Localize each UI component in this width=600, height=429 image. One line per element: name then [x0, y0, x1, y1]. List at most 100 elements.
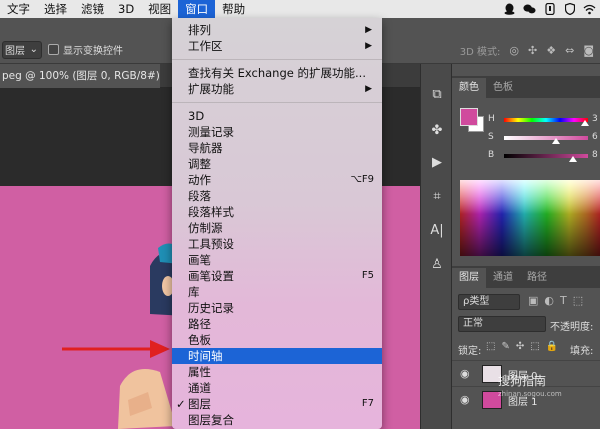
menu-item-g3-7[interactable]: 仿制源 [172, 220, 382, 236]
menu-item-label: 通道 [188, 381, 211, 395]
menu-item-shortcut: ⌥F9 [350, 174, 374, 185]
menu-item-g3-5[interactable]: 段落 [172, 188, 382, 204]
menu-item-label: 路径 [188, 317, 211, 331]
menu-item-g3-12[interactable]: 历史记录 [172, 300, 382, 316]
menu-item-g3-17[interactable]: 通道 [172, 380, 382, 396]
menu-item-label: 图层复合 [188, 413, 234, 427]
menu-item-label: 属性 [188, 365, 211, 379]
menu-item-g3-9[interactable]: 画笔 [172, 252, 382, 268]
play-icon[interactable]: ▶ [427, 152, 447, 172]
menu-item-label: 扩展功能 [188, 82, 234, 96]
menu-select[interactable]: 选择 [37, 0, 74, 18]
microphone-icon[interactable] [543, 3, 556, 15]
menu-item-g3-11[interactable]: 库 [172, 284, 382, 300]
slider-s-thumb[interactable] [552, 138, 561, 144]
menu-separator [172, 102, 382, 103]
slider-h[interactable]: H 3 [488, 114, 600, 126]
tab-paths[interactable]: 路径 [520, 268, 554, 288]
menu-item-g3-3[interactable]: 调整 [172, 156, 382, 172]
shield-icon[interactable] [563, 3, 576, 15]
pan-3d-icon[interactable]: ❖ [546, 44, 556, 57]
lock-icons[interactable]: ⬚✎✣⬚🔒 [486, 341, 564, 352]
tab-color[interactable]: 颜色 [452, 78, 486, 98]
menu-item-label: 历史记录 [188, 301, 234, 315]
menu-item-g3-16[interactable]: 属性 [172, 364, 382, 380]
red-arrow-icon [62, 340, 170, 358]
visibility-eye-icon[interactable]: ◉ [460, 393, 470, 406]
menu-item-label: 时间轴 [188, 349, 223, 363]
checkmark-icon: ✓ [176, 397, 186, 411]
menu-item-g1-1[interactable]: 工作区 ▶ [172, 38, 382, 54]
menu-item-g3-14[interactable]: 色板 [172, 332, 382, 348]
show-transform-checkbox[interactable] [48, 44, 59, 55]
options-icons: 3D 模式: ◎ ✣ ❖ ⇔ ◙ [460, 36, 594, 64]
color-panel-tabs: 颜色 色板 [452, 76, 600, 98]
menu-item-g3-10[interactable]: 画笔设置 F5 [172, 268, 382, 284]
menu-item-g3-8[interactable]: 工具预设 [172, 236, 382, 252]
auto-select-dropdown[interactable]: 图层 ⌄ [2, 40, 42, 59]
menu-item-label: 画笔 [188, 253, 211, 267]
menu-item-label: 查找有关 Exchange 的扩展功能... [188, 66, 366, 80]
menu-item-label: 图层 [188, 397, 211, 411]
slider-b[interactable]: B 8 [488, 150, 600, 162]
menu-bar: 文字 选择 滤镜 3D 视图 窗口 帮助 [0, 0, 600, 18]
menu-item-g3-18[interactable]: 图层 ✓ F7 [172, 396, 382, 412]
wifi-icon[interactable] [583, 3, 596, 15]
layers-panel-tabs: 图层 通道 路径 [452, 266, 600, 288]
menu-filter[interactable]: 滤镜 [74, 0, 111, 18]
menu-help[interactable]: 帮助 [215, 0, 252, 18]
layer-filter-dropdown[interactable]: ρ类型 [458, 294, 520, 310]
menu-item-g3-15[interactable]: 时间轴 [172, 348, 382, 364]
qq-icon[interactable] [503, 3, 516, 15]
slider-h-value: 3 [592, 114, 598, 124]
menu-item-g1-0[interactable]: 排列 ▶ [172, 22, 382, 38]
menu-item-g2-0[interactable]: 查找有关 Exchange 的扩展功能... [172, 65, 382, 81]
menu-item-g3-2[interactable]: 导航器 [172, 140, 382, 156]
filter-icons[interactable]: ▣◐T⬚ [528, 294, 589, 307]
foreground-swatch[interactable] [460, 108, 478, 126]
color-spectrum[interactable] [460, 180, 600, 256]
character-icon[interactable]: A| [427, 220, 447, 240]
crop-icon[interactable]: ⌗ [427, 186, 447, 206]
slider-b-value: 8 [592, 150, 598, 160]
slider-s[interactable]: S 6 [488, 132, 600, 144]
camera-icon[interactable]: ◙ [583, 44, 594, 57]
menu-item-label: 测量记录 [188, 125, 234, 139]
menu-item-shortcut: F7 [361, 398, 374, 409]
orbit-3d-icon[interactable]: ◎ [509, 44, 519, 57]
menu-item-g3-13[interactable]: 路径 [172, 316, 382, 332]
menu-text[interactable]: 文字 [0, 0, 37, 18]
slider-b-thumb[interactable] [568, 156, 577, 162]
document-tab[interactable]: peg @ 100% (图层 0, RGB/8#) * [0, 64, 160, 88]
menu-item-g3-0[interactable]: 3D [172, 108, 382, 124]
chevron-down-icon: ⌄ [29, 44, 38, 55]
panel-tool-strip: ⧉ ✤ ▶ ⌗ A| ♙ [420, 64, 452, 429]
clone-source-icon[interactable]: ♙ [427, 254, 447, 274]
show-transform-label: 显示变换控件 [63, 46, 123, 57]
menu-item-label: 动作 [188, 173, 211, 187]
menu-3d[interactable]: 3D [111, 0, 141, 18]
history-icon[interactable]: ⧉ [427, 84, 447, 104]
slide-3d-icon[interactable]: ⇔ [565, 44, 574, 57]
blend-mode-dropdown[interactable]: 正常 [458, 316, 546, 332]
wechat-icon[interactable] [523, 3, 536, 15]
slider-h-thumb[interactable] [581, 120, 590, 126]
submenu-arrow-icon: ▶ [365, 41, 372, 51]
tab-channels[interactable]: 通道 [486, 268, 520, 288]
menu-item-g2-1[interactable]: 扩展功能 ▶ [172, 81, 382, 97]
tab-layers[interactable]: 图层 [452, 268, 486, 288]
menu-item-label: 仿制源 [188, 221, 223, 235]
submenu-arrow-icon: ▶ [365, 25, 372, 35]
menu-item-g3-19[interactable]: 图层复合 [172, 412, 382, 428]
rotate-3d-icon[interactable]: ✣ [528, 44, 537, 57]
menu-view[interactable]: 视图 [141, 0, 178, 18]
slider-s-label: S [488, 132, 494, 142]
visibility-eye-icon[interactable]: ◉ [460, 367, 470, 380]
menu-window[interactable]: 窗口 [178, 0, 216, 18]
tab-swatches[interactable]: 色板 [486, 78, 520, 98]
menu-item-g3-6[interactable]: 段落样式 [172, 204, 382, 220]
menu-item-g3-1[interactable]: 测量记录 [172, 124, 382, 140]
menu-item-g3-4[interactable]: 动作 ⌥F9 [172, 172, 382, 188]
mode3d-label: 3D 模式: [459, 46, 501, 58]
puzzle-icon[interactable]: ✤ [427, 120, 447, 140]
